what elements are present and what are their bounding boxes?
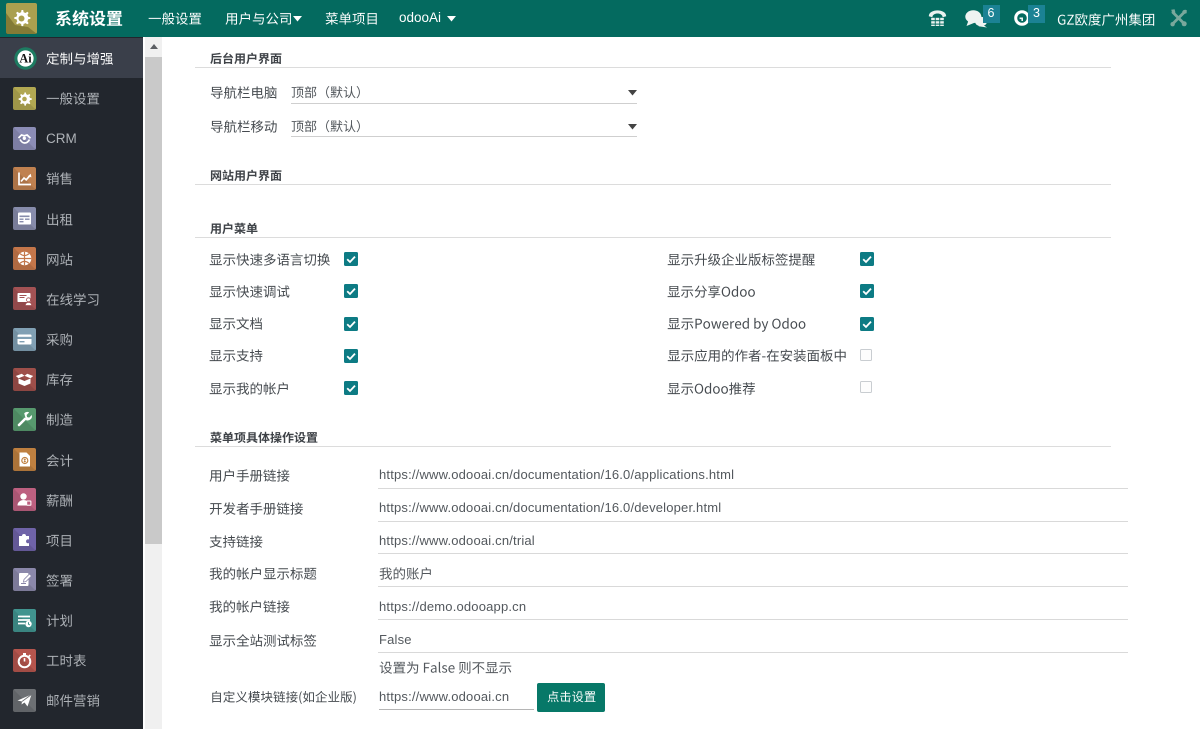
svg-text:Ai: Ai <box>19 51 32 65</box>
